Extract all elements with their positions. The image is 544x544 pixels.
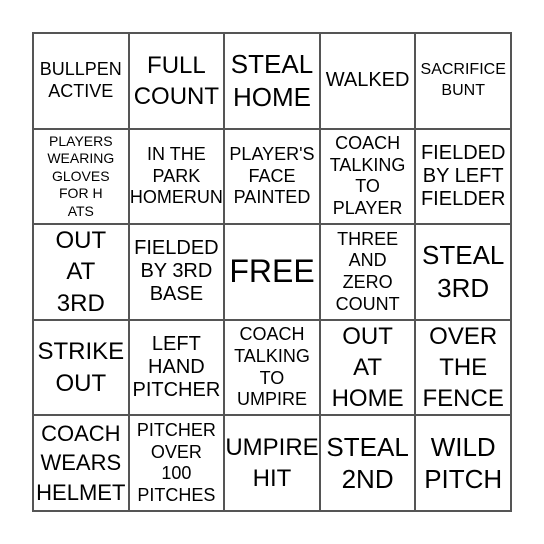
cell-label: OUT AT HOME	[331, 322, 404, 413]
cell-label: STRIKE OUT	[37, 338, 125, 397]
bingo-cell[interactable]: UMPIRE HIT	[224, 415, 320, 511]
bingo-cell[interactable]: BULLPEN ACTIVE	[33, 33, 129, 129]
bingo-cell[interactable]: COACH TALKING TO UMPIRE	[224, 319, 320, 416]
cell-label: WILD PITCH	[424, 431, 503, 495]
bingo-cell[interactable]: PLAYER'S FACE PAINTED	[224, 128, 320, 225]
bingo-cell[interactable]: THREE AND ZERO COUNT	[319, 224, 416, 320]
cell-label: STEAL 2ND	[326, 431, 409, 495]
cell-label: THREE AND ZERO COUNT	[335, 228, 400, 314]
bingo-board: BULLPEN ACTIVE FULL COUNT STEAL HOME WAL…	[32, 32, 512, 512]
bingo-cell[interactable]: COACH WEARS HELMET	[33, 415, 129, 511]
bingo-cell[interactable]: SACRIFICE BUNT	[415, 33, 511, 129]
cell-label: PLAYER'S FACE PAINTED	[229, 144, 315, 208]
cell-label: STEAL HOME	[230, 49, 314, 112]
bingo-cell[interactable]: OVER THE FENCE	[415, 319, 511, 416]
cell-label: LEFT HAND PITCHER	[132, 333, 221, 402]
bingo-cell[interactable]: STEAL 3RD	[415, 224, 511, 320]
bingo-cell[interactable]: PITCHER OVER 100 PITCHES	[128, 415, 225, 511]
cell-label: FIELDED BY 3RD BASE	[134, 237, 219, 306]
bingo-cell[interactable]: LEFT HAND PITCHER	[128, 319, 225, 416]
bingo-cell[interactable]: WALKED	[319, 33, 416, 129]
bingo-cell[interactable]: STRIKE OUT	[33, 319, 129, 416]
cell-label: WALKED	[325, 69, 410, 92]
bingo-cell[interactable]: WILD PITCH	[415, 415, 511, 511]
bingo-cell[interactable]: COACH TALKING TO PLAYER	[319, 128, 416, 225]
cell-label: OVER THE FENCE	[422, 322, 504, 413]
bingo-cell[interactable]: STEAL 2ND	[319, 415, 416, 511]
bingo-cell[interactable]: STEAL HOME	[224, 33, 320, 129]
bingo-cell[interactable]: FULL COUNT	[128, 33, 225, 129]
bingo-cell[interactable]: OUT AT 3RD	[33, 224, 129, 320]
cell-label: FREE	[229, 253, 315, 290]
cell-label: COACH TALKING TO PLAYER	[329, 133, 406, 218]
bingo-cell[interactable]: OUT AT HOME	[319, 319, 416, 416]
bingo-cell[interactable]: FIELDED BY 3RD BASE	[128, 224, 225, 320]
cell-label: OUT AT 3RD	[55, 227, 107, 317]
cell-label: IN THE PARK HOMERUN	[129, 144, 223, 208]
cell-label: COACH WEARS HELMET	[36, 420, 126, 506]
cell-label: SACRIFICE BUNT	[420, 61, 506, 99]
cell-label: COACH TALKING TO UMPIRE	[234, 324, 310, 410]
cell-label: PLAYERS WEARING GLOVES FOR H ATS	[47, 132, 115, 219]
cell-label: STEAL 3RD	[422, 240, 505, 303]
cell-label: FIELDED BY LEFT FIELDER	[420, 141, 506, 210]
bingo-cell-free[interactable]: FREE	[224, 224, 320, 320]
cell-label: BULLPEN ACTIVE	[39, 59, 122, 101]
cell-label: UMPIRE HIT	[225, 434, 319, 493]
bingo-cell[interactable]: PLAYERS WEARING GLOVES FOR H ATS	[33, 128, 129, 225]
cell-label: FULL COUNT	[133, 51, 220, 110]
bingo-cell[interactable]: IN THE PARK HOMERUN	[128, 128, 225, 225]
cell-label: PITCHER OVER 100 PITCHES	[136, 420, 216, 505]
bingo-cell[interactable]: FIELDED BY LEFT FIELDER	[415, 128, 511, 225]
